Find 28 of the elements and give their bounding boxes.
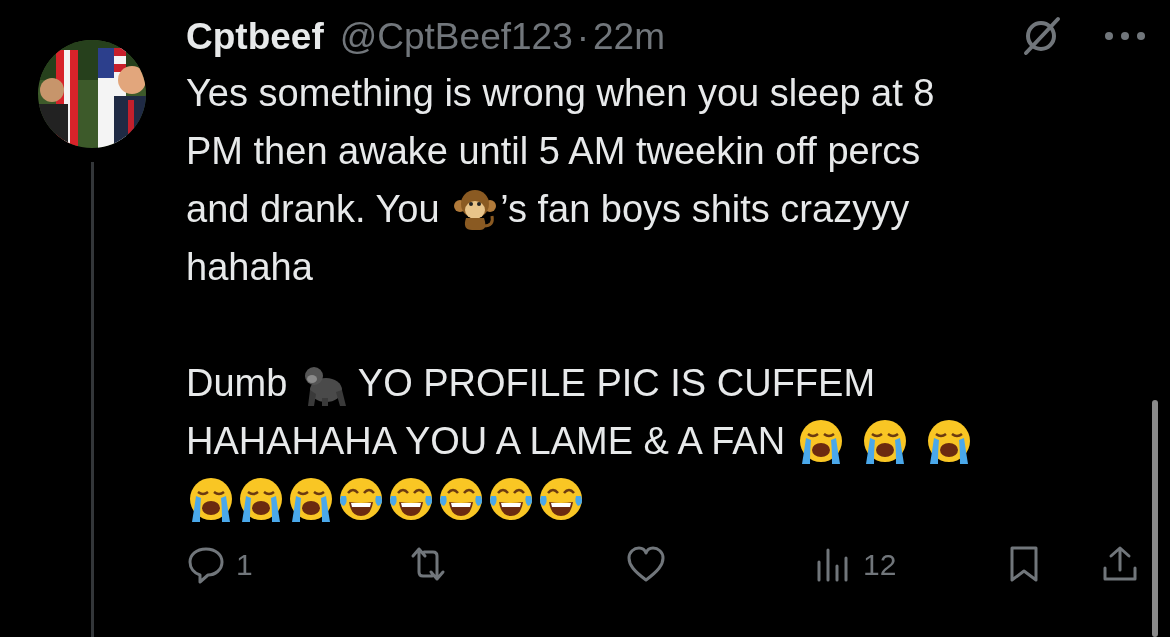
action-count: 1 (236, 546, 253, 583)
crying-face-icon (188, 476, 234, 522)
post-text: YO PROFILE PIC IS CUFFEM (356, 364, 876, 402)
action-count: 12 (863, 546, 897, 583)
laughing-face-icon (438, 476, 484, 522)
more-options-icon[interactable] (1104, 31, 1146, 41)
separator: · (576, 17, 590, 55)
scrollbar[interactable] (1152, 400, 1158, 637)
crying-face-icon (861, 418, 908, 464)
post-text: and drank. You (186, 190, 441, 228)
display-name[interactable]: Cptbeef (186, 17, 324, 55)
crying-face-icon (288, 476, 334, 522)
post-text: ’s fan boys shits crazyyy (500, 190, 910, 228)
post-text: Dumb (186, 364, 289, 402)
post-text: Yes something is wrong when you sleep at 8 (186, 74, 935, 112)
user-handle[interactable]: @CptBeef123 (339, 17, 573, 55)
laughing-face-icon (488, 476, 534, 522)
timestamp[interactable]: 22m (593, 17, 666, 55)
post-text: PM then awake until 5 AM tweekin off percs (186, 132, 921, 170)
heart-icon[interactable] (626, 544, 666, 584)
crying-face-icon (925, 418, 972, 464)
laughing-face-icon (338, 476, 384, 522)
crying-face-icon (238, 476, 284, 522)
laughing-face-icon (538, 476, 584, 522)
post-text: HAHAHAHA YOU A LAME & A FAN (186, 422, 787, 460)
laughing-face-icon (388, 476, 434, 522)
post-text: hahaha (186, 248, 313, 286)
crying-face-icon (797, 418, 844, 464)
